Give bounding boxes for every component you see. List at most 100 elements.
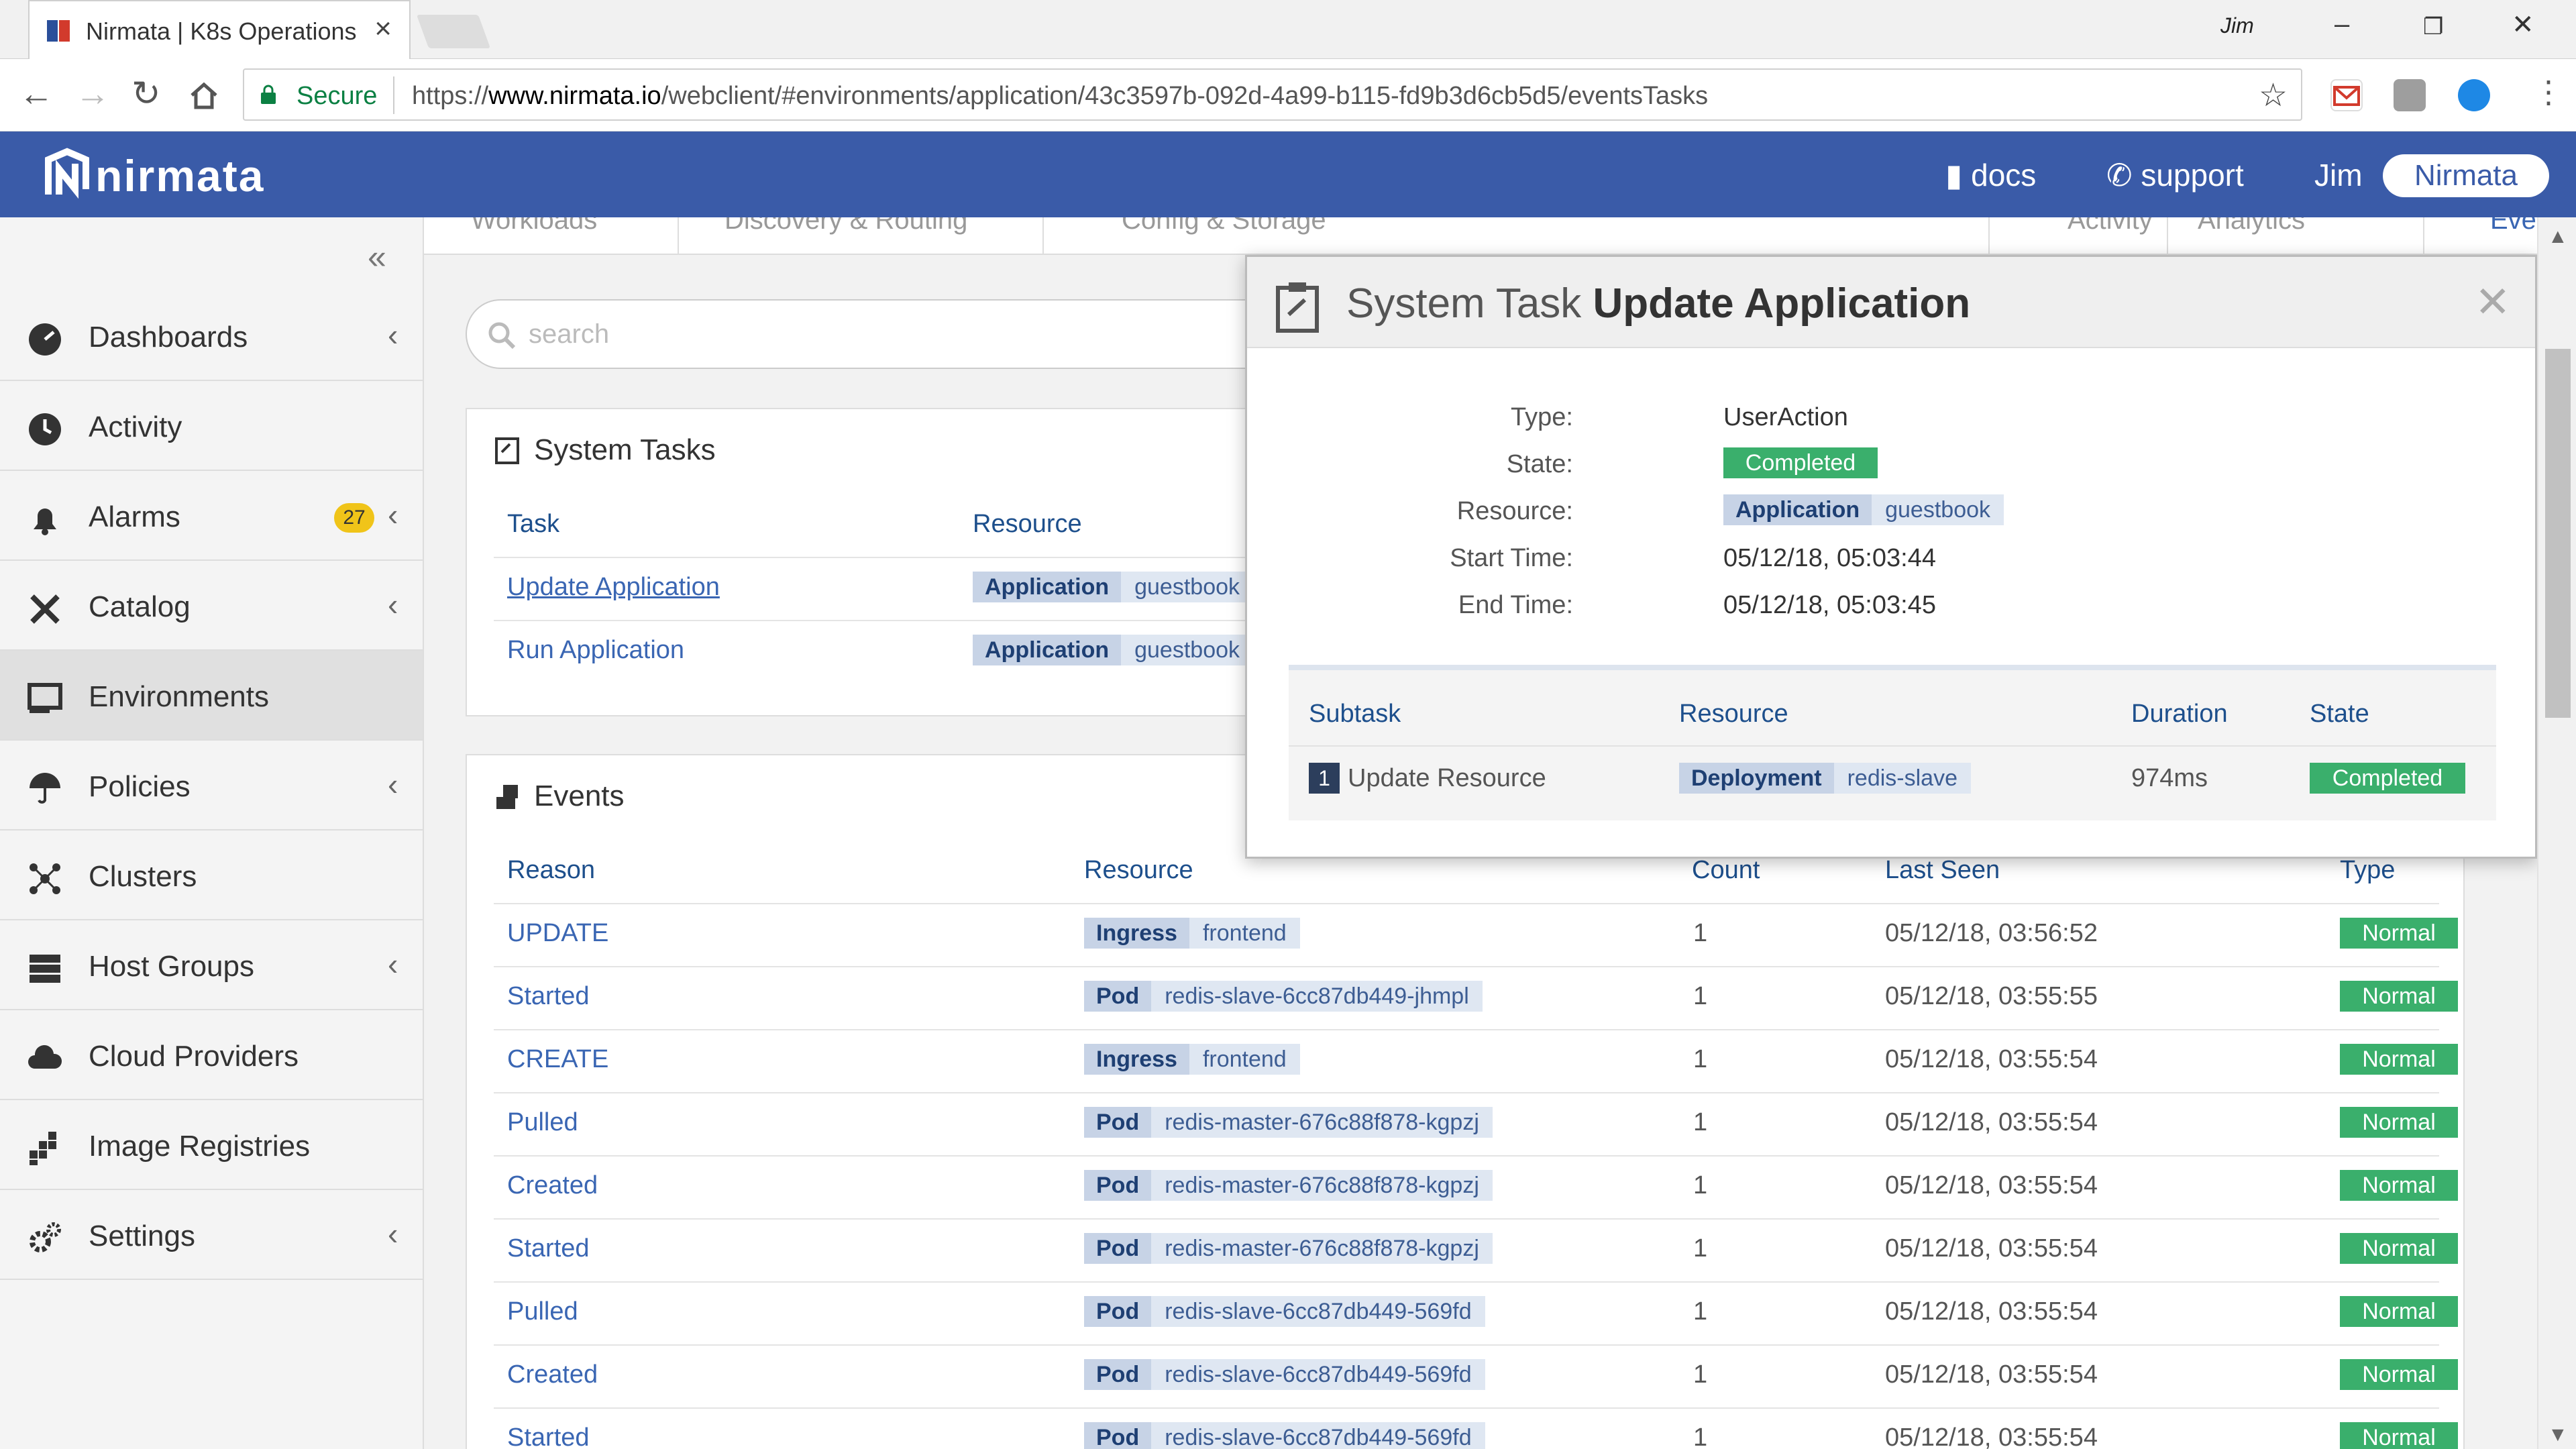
tab-analytics[interactable]: Analytics bbox=[2198, 217, 2305, 235]
minimize-icon[interactable]: – bbox=[2334, 9, 2349, 40]
sidebar-item-environments[interactable]: Environments bbox=[0, 651, 423, 741]
docs-link[interactable]: ▮ docs bbox=[1945, 157, 2036, 193]
resource-tag[interactable]: Pod redis-slave-6cc87db449-569fd bbox=[1084, 1422, 1485, 1449]
sidebar-item-label: Alarms bbox=[89, 500, 180, 533]
bookmark-star-icon[interactable]: ☆ bbox=[2259, 76, 2288, 114]
browser-tab[interactable]: Nirmata | K8s Operations × bbox=[28, 0, 411, 59]
lock-icon bbox=[261, 85, 276, 104]
state-badge: Completed bbox=[2310, 763, 2465, 794]
browser-menu-icon[interactable]: ⋮ bbox=[2533, 74, 2564, 110]
sidebar-item-policies[interactable]: Policies ‹ bbox=[0, 741, 423, 830]
event-reason-link[interactable]: Started bbox=[507, 982, 590, 1011]
sidebar-item-catalog[interactable]: Catalog ‹ bbox=[0, 561, 423, 651]
resource-tag[interactable]: Pod redis-slave-6cc87db449-jhmpl bbox=[1084, 981, 1483, 1012]
window-close-icon[interactable]: ✕ bbox=[2512, 9, 2534, 40]
column-header-subtask[interactable]: Subtask bbox=[1309, 700, 1401, 729]
sidebar-item-activity[interactable]: Activity bbox=[0, 381, 423, 471]
event-reason-link[interactable]: UPDATE bbox=[507, 919, 608, 948]
url-field[interactable]: Secure https://www.nirmata.io/webclient/… bbox=[243, 68, 2302, 121]
clusters-icon bbox=[30, 863, 60, 894]
sidebar-item-alarms[interactable]: Alarms 27 ‹ bbox=[0, 471, 423, 561]
task-link[interactable]: Run Application bbox=[507, 636, 684, 665]
type-label: Type: bbox=[1511, 403, 1573, 431]
tab-activity[interactable]: Activity bbox=[2068, 217, 2153, 235]
column-header-duration[interactable]: Duration bbox=[2131, 700, 2228, 729]
resource-tag[interactable]: Ingress frontend bbox=[1084, 1044, 1300, 1075]
reload-icon[interactable]: ↻ bbox=[131, 74, 161, 114]
column-header-task[interactable]: Task bbox=[507, 510, 559, 539]
scroll-thumb[interactable] bbox=[2545, 349, 2571, 718]
chevron-left-icon: ‹ bbox=[388, 1216, 398, 1251]
zoom-extension-icon[interactable] bbox=[2458, 79, 2490, 111]
sidebar-item-dashboards[interactable]: Dashboards ‹ bbox=[0, 291, 423, 381]
search-box[interactable] bbox=[466, 299, 1338, 369]
resource-tag[interactable]: Application guestbook bbox=[973, 572, 1254, 602]
event-count: 1 bbox=[1693, 1360, 1708, 1389]
column-header-type[interactable]: Type bbox=[2340, 856, 2395, 885]
support-link[interactable]: ✆ support bbox=[2106, 157, 2244, 193]
page-scrollbar[interactable]: ▲ ▼ bbox=[2537, 217, 2576, 1449]
event-reason-link[interactable]: Started bbox=[507, 1424, 590, 1449]
org-selector[interactable]: Nirmata bbox=[2383, 154, 2549, 197]
nirmata-logo[interactable]: nirmata bbox=[42, 148, 263, 205]
phone-icon: ✆ bbox=[2106, 158, 2133, 193]
column-header-state[interactable]: State bbox=[2310, 700, 2369, 729]
gmail-extension-icon[interactable] bbox=[2330, 79, 2363, 111]
event-reason-link[interactable]: Started bbox=[507, 1234, 590, 1263]
resource-tag[interactable]: Pod redis-master-676c88f878-kgpzj bbox=[1084, 1107, 1493, 1138]
home-icon[interactable] bbox=[188, 79, 220, 111]
resource-tag[interactable]: Deployment redis-slave bbox=[1679, 763, 1971, 794]
column-header-resource[interactable]: Resource bbox=[1084, 856, 1193, 885]
event-reason-link[interactable]: CREATE bbox=[507, 1045, 608, 1074]
sidebar-item-settings[interactable]: Settings ‹ bbox=[0, 1190, 423, 1280]
tab-events-tasks[interactable]: Events & Tasks bbox=[2490, 217, 2537, 235]
url-path: /webclient/#environments/application/43c… bbox=[661, 82, 1709, 110]
resource-tag[interactable]: Application guestbook bbox=[973, 635, 1254, 665]
resource-tag[interactable]: Pod redis-slave-6cc87db449-569fd bbox=[1084, 1359, 1485, 1390]
new-tab-button[interactable] bbox=[416, 15, 491, 48]
event-count: 1 bbox=[1693, 1045, 1708, 1073]
resource-tag[interactable]: Application guestbook bbox=[1723, 494, 2004, 525]
event-reason-link[interactable]: Created bbox=[507, 1171, 598, 1200]
state-label: State: bbox=[1506, 450, 1573, 478]
extension-icon[interactable] bbox=[2394, 79, 2426, 111]
scroll-down-icon[interactable]: ▼ bbox=[2548, 1424, 2568, 1446]
resource-tag[interactable]: Pod redis-master-676c88f878-kgpzj bbox=[1084, 1170, 1493, 1201]
tab-workloads[interactable]: Workloads bbox=[471, 217, 597, 235]
user-menu[interactable]: Jim bbox=[2314, 157, 2363, 193]
scroll-up-icon[interactable]: ▲ bbox=[2548, 225, 2568, 248]
logo-text: nirmata bbox=[95, 151, 265, 201]
resource-name: redis-slave bbox=[1833, 763, 1971, 794]
task-link[interactable]: Update Application bbox=[507, 573, 720, 602]
resource-kind: Application bbox=[973, 572, 1122, 602]
column-header-resource[interactable]: Resource bbox=[973, 510, 1082, 539]
resource-tag[interactable]: Ingress frontend bbox=[1084, 918, 1300, 949]
search-input[interactable] bbox=[529, 314, 1267, 354]
event-count: 1 bbox=[1693, 1171, 1708, 1199]
resource-tag[interactable]: Pod redis-slave-6cc87db449-569fd bbox=[1084, 1296, 1485, 1327]
close-icon[interactable]: ✕ bbox=[2475, 277, 2511, 327]
event-reason-link[interactable]: Pulled bbox=[507, 1108, 578, 1137]
sidebar-item-image-registries[interactable]: Image Registries bbox=[0, 1100, 423, 1190]
column-header-count[interactable]: Count bbox=[1692, 856, 1760, 885]
sidebar-item-cloud-providers[interactable]: Cloud Providers bbox=[0, 1010, 423, 1100]
tab-discovery-routing[interactable]: Discovery & Routing bbox=[724, 217, 967, 235]
catalog-icon bbox=[30, 594, 60, 624]
activity-icon bbox=[29, 413, 61, 445]
sidebar-item-clusters[interactable]: Clusters bbox=[0, 830, 423, 920]
event-reason-link[interactable]: Created bbox=[507, 1360, 598, 1389]
column-header-reason[interactable]: Reason bbox=[507, 856, 595, 885]
column-header-last-seen[interactable]: Last Seen bbox=[1885, 856, 2000, 885]
collapse-sidebar-icon[interactable]: « bbox=[368, 237, 386, 276]
tab-config-storage[interactable]: Config & Storage bbox=[1122, 217, 1326, 235]
event-reason-link[interactable]: Pulled bbox=[507, 1297, 578, 1326]
tab-close-icon[interactable]: × bbox=[374, 12, 392, 46]
state-badge: Completed bbox=[1723, 447, 1878, 478]
event-count: 1 bbox=[1693, 982, 1708, 1010]
sidebar-item-host-groups[interactable]: Host Groups ‹ bbox=[0, 920, 423, 1010]
restore-icon[interactable]: ❐ bbox=[2423, 13, 2443, 40]
back-icon[interactable]: ← bbox=[19, 74, 54, 114]
column-header-resource[interactable]: Resource bbox=[1679, 700, 1788, 729]
resource-tag[interactable]: Pod redis-master-676c88f878-kgpzj bbox=[1084, 1233, 1493, 1264]
forward-icon[interactable]: → bbox=[75, 74, 110, 114]
